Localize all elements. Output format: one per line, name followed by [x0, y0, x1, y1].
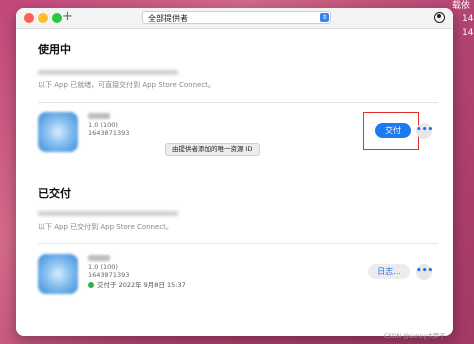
provider-select[interactable]: 全部提供者 ⇕	[142, 11, 331, 24]
desktop-number-1: 14	[462, 14, 474, 24]
zoom-window-button[interactable]	[52, 13, 62, 23]
delivered-section-title: 已交付	[38, 187, 71, 200]
app-version: 1.0 (100)	[88, 121, 118, 129]
delivered-status: 交付于 2022年 9月8日 15:37	[88, 279, 186, 289]
account-icon[interactable]	[434, 12, 445, 23]
add-icon[interactable]: +	[62, 9, 73, 24]
highlight-box	[363, 112, 419, 150]
desktop-number-2: 14	[462, 28, 474, 38]
redacted-text	[38, 70, 178, 75]
delivered-description: 以下 App 已交付到 App Store Connect。	[38, 223, 173, 231]
transporter-window: + 全部提供者 ⇕ 使用中 以下 App 已就绪，可直接交付到 App Stor…	[16, 8, 453, 336]
delivered-date: 交付于 2022年 9月8日 15:37	[97, 281, 186, 289]
in-use-description: 以下 App 已就绪，可直接交付到 App Store Connect。	[38, 81, 215, 89]
close-window-button[interactable]	[24, 13, 34, 23]
in-use-section-title: 使用中	[38, 43, 71, 56]
watermark: CSDN @sunny大胖子	[384, 333, 446, 340]
redacted-text	[38, 211, 178, 216]
provider-select-value: 全部提供者	[148, 14, 188, 23]
log-button[interactable]: 日志...	[368, 264, 410, 279]
app-id: 1643871393	[88, 271, 130, 279]
desktop-label-top: 载依	[452, 1, 471, 11]
checkmark-icon	[88, 282, 94, 288]
more-icon[interactable]: •••	[416, 123, 433, 139]
redacted-app-name	[88, 255, 110, 261]
divider	[38, 102, 438, 103]
more-icon[interactable]: •••	[416, 264, 433, 280]
app-icon	[38, 112, 78, 152]
redacted-app-name	[88, 113, 110, 119]
toolbar: + 全部提供者 ⇕	[16, 8, 453, 29]
chevron-updown-icon: ⇕	[320, 13, 329, 22]
app-id: 1643871393	[88, 129, 130, 137]
divider	[38, 243, 438, 244]
app-icon	[38, 254, 78, 294]
tooltip: 由提供者添加的唯一资源 ID	[165, 143, 260, 156]
minimize-window-button[interactable]	[38, 13, 48, 23]
app-version: 1.0 (100)	[88, 263, 118, 271]
